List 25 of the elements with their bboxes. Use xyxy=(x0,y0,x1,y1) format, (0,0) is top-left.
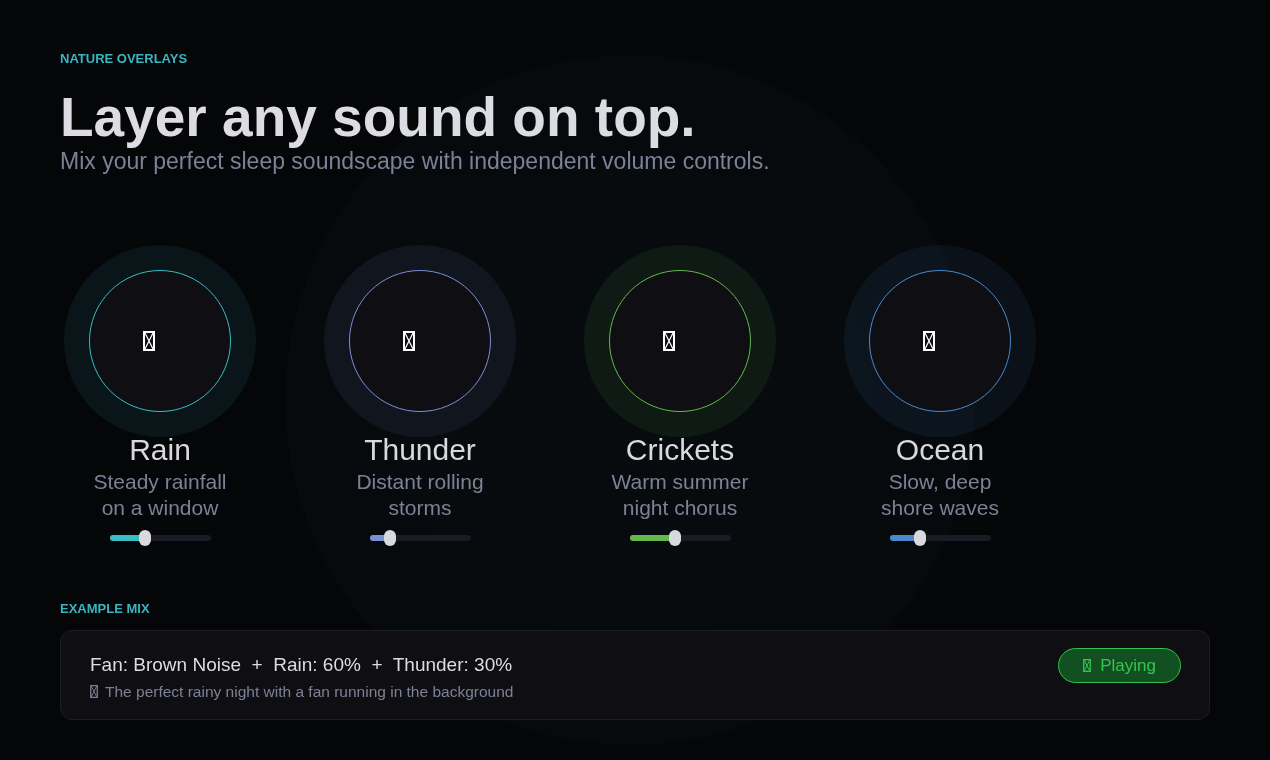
sound-description: Slow, deep shore waves xyxy=(880,469,1000,521)
crossed-box-icon xyxy=(143,331,155,351)
crossed-box-icon xyxy=(90,685,98,698)
sound-name: Rain xyxy=(129,435,191,465)
volume-slider[interactable] xyxy=(629,530,731,546)
sound-name: Crickets xyxy=(625,435,735,465)
volume-slider[interactable] xyxy=(109,530,211,546)
playing-button[interactable]: Playing xyxy=(1058,648,1181,683)
volume-slider[interactable] xyxy=(889,530,991,546)
sound-description: Warm summer night chorus xyxy=(610,469,750,521)
sound-description: Distant rolling storms xyxy=(355,469,485,521)
sound-description: Steady rainfall on a window xyxy=(92,469,228,521)
crossed-box-icon xyxy=(403,331,415,351)
mix-note: The perfect rainy night with a fan running in the background xyxy=(105,682,514,701)
sound-name: Thunder xyxy=(364,435,476,465)
volume-slider[interactable] xyxy=(369,530,471,546)
sound-name: Ocean xyxy=(895,435,985,465)
crossed-box-icon xyxy=(1083,659,1092,672)
crossed-box-icon xyxy=(663,331,675,351)
mix-recipe: Fan: Brown Noise + Rain: 60% + Thunder: 30% xyxy=(90,654,514,676)
section-label: NATURE OVERLAYS xyxy=(60,51,188,67)
page-subtitle: Mix your perfect sleep soundscape with independent volume controls. xyxy=(60,148,770,175)
section-label: EXAMPLE MIX xyxy=(60,601,150,617)
slider-thumb[interactable] xyxy=(138,530,151,546)
crossed-box-icon xyxy=(923,331,935,351)
